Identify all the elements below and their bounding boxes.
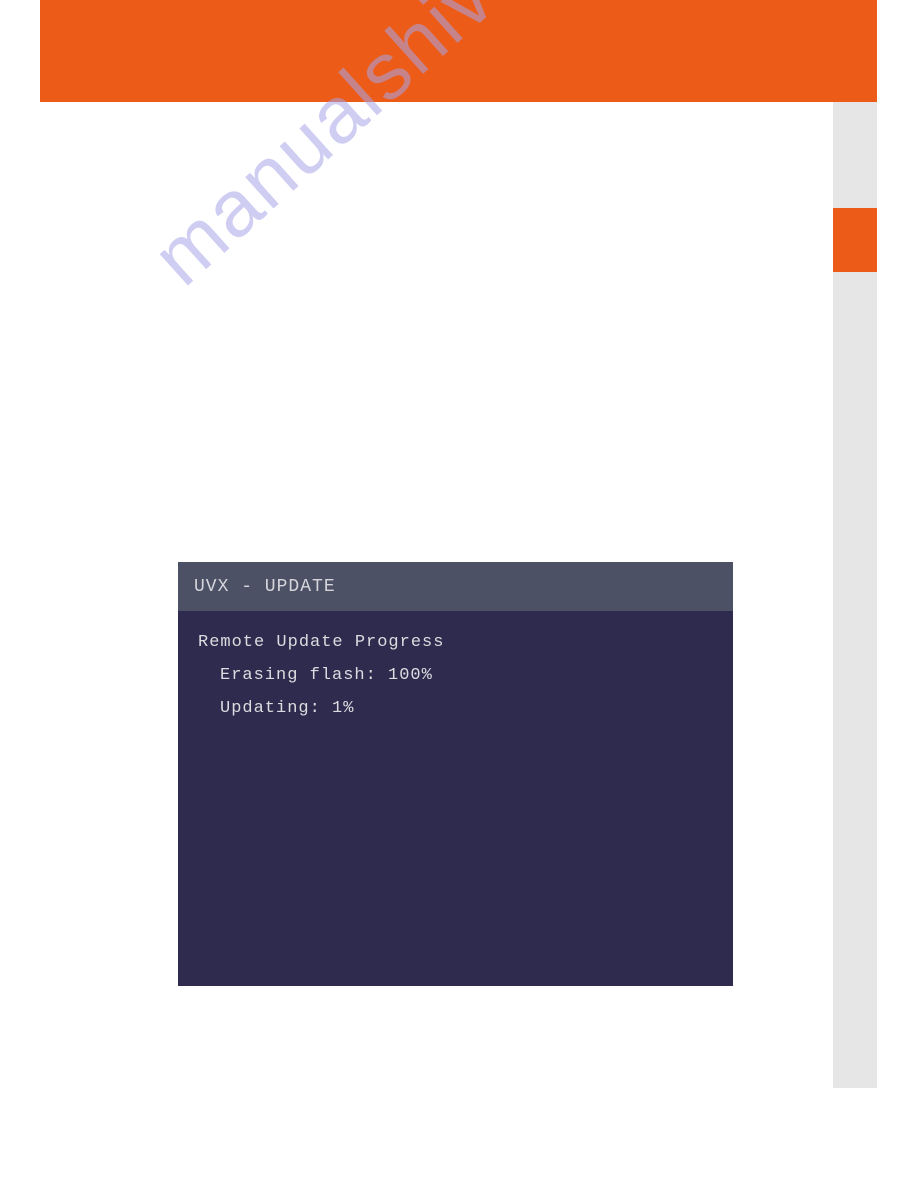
updating-row: Updating: 1% — [198, 699, 713, 718]
panel-titlebar: UVX - UPDATE — [178, 562, 733, 611]
erase-flash-row: Erasing flash: 100% — [198, 666, 713, 685]
panel-body: Remote Update Progress Erasing flash: 10… — [178, 611, 733, 754]
lower-blank-region — [40, 986, 833, 1088]
header-bar — [40, 0, 877, 102]
page-frame: UVX - UPDATE Remote Update Progress Eras… — [40, 0, 877, 1088]
erase-flash-label: Erasing flash: — [220, 666, 377, 685]
update-screenshot-panel: UVX - UPDATE Remote Update Progress Eras… — [178, 562, 733, 986]
content-area: UVX - UPDATE Remote Update Progress Eras… — [40, 102, 877, 1088]
erase-flash-value: 100% — [388, 666, 433, 685]
upper-blank-region — [40, 102, 833, 562]
updating-value: 1% — [332, 699, 354, 718]
updating-label: Updating: — [220, 699, 321, 718]
progress-heading: Remote Update Progress — [198, 633, 713, 652]
panel-title: UVX - UPDATE — [194, 577, 336, 597]
sidebar-accent-block — [833, 208, 877, 272]
